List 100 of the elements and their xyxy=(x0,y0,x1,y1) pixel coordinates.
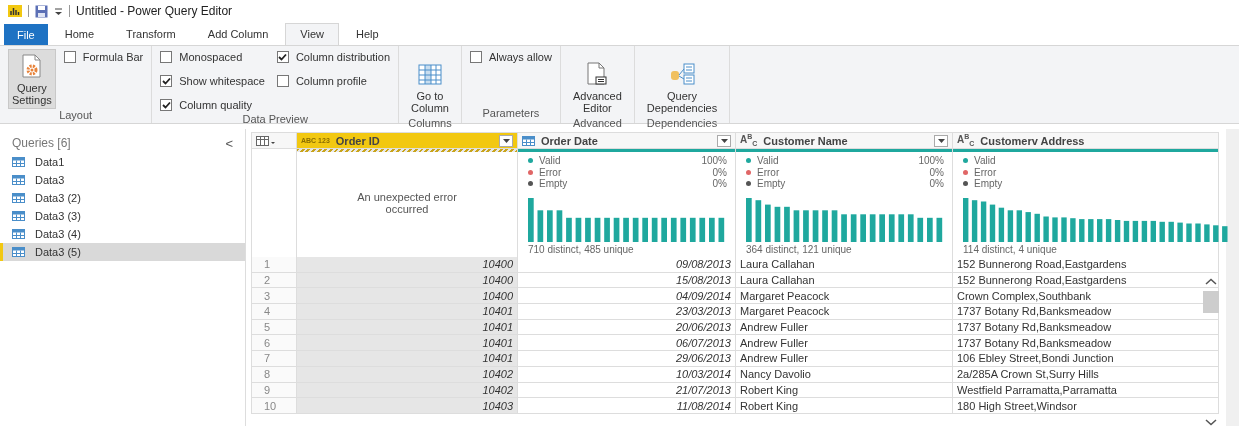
table-cell: 10400 xyxy=(297,257,518,273)
column-header[interactable]: A$^{B}$$_{C}$ Customerv Address xyxy=(953,132,1219,149)
checkbox-label: Column quality xyxy=(179,99,253,111)
table-icon xyxy=(417,62,443,86)
filter-button[interactable] xyxy=(934,134,948,147)
table-cell: Andrew Fuller xyxy=(736,335,953,352)
table-cell: Nancy Davolio xyxy=(736,366,953,383)
caret-icon xyxy=(720,138,728,143)
caret-icon xyxy=(937,138,945,143)
quality-label: Valid xyxy=(757,155,780,167)
checkbox-label: Formula Bar xyxy=(82,51,144,63)
ribbon-button[interactable]: Query Settings xyxy=(8,49,56,109)
table-cell: 152 Bunnerong Road,Eastgardens xyxy=(953,257,1219,273)
ribbon-button[interactable]: Go to Column xyxy=(407,57,453,117)
file-menu-tab[interactable]: File xyxy=(4,24,48,45)
checkbox-label: Column distribution xyxy=(295,51,391,63)
scrollbar-thumb[interactable] xyxy=(1203,291,1219,313)
checkbox[interactable] xyxy=(63,51,76,63)
ribbon-tab[interactable]: Add Column xyxy=(192,23,284,45)
checkbox-label: Always allow xyxy=(488,51,552,63)
ribbon-tab[interactable]: Help xyxy=(341,23,394,45)
ribbon-tab[interactable]: View xyxy=(285,23,339,45)
ribbon-tab[interactable]: Transform xyxy=(111,23,191,45)
row-number: 3 xyxy=(251,288,297,305)
calendar-icon[interactable] xyxy=(522,135,535,146)
ribbon-button[interactable]: Query Dependencies xyxy=(642,57,722,117)
table-cell: Margaret Peacock xyxy=(736,288,953,305)
queries-title: Queries [6] xyxy=(12,136,71,150)
table-cell: 23/03/2013 xyxy=(518,304,736,320)
ribbon-button[interactable]: Advanced Editor xyxy=(568,57,626,117)
table-cell: Margaret Peacock xyxy=(736,304,953,320)
table-cell: 21/07/2013 xyxy=(518,382,736,399)
table-cell: 10401 xyxy=(297,335,518,352)
table-cell: Andrew Fuller xyxy=(736,351,953,367)
quality-label: Error xyxy=(539,166,563,178)
filter-button[interactable] xyxy=(499,134,513,147)
quality-percent: 0% xyxy=(712,166,727,178)
document-icon xyxy=(584,62,610,86)
error-message: An unexpected error occurred xyxy=(356,191,458,215)
checkbox[interactable] xyxy=(160,99,173,111)
ribbon-group-label: Dependencies xyxy=(645,117,719,129)
checkbox[interactable] xyxy=(276,75,289,87)
row-number: 1 xyxy=(251,257,297,273)
table-cell: 04/09/2014 xyxy=(518,288,736,305)
table-icon xyxy=(12,193,25,203)
scroll-down-icon[interactable] xyxy=(1205,419,1217,426)
table-cell: 20/06/2013 xyxy=(518,319,736,336)
table-cell: 29/06/2013 xyxy=(518,351,736,367)
table-cell: Laura Callahan xyxy=(736,272,953,289)
ribbon-group-label: Layout xyxy=(58,109,94,121)
query-item[interactable]: Data1 xyxy=(0,153,245,171)
table-cell: 1737 Botany Rd,Banksmeadow xyxy=(953,335,1219,352)
query-item[interactable]: Data3 (4) xyxy=(0,225,245,243)
table-cell: 106 Ebley Street,Bondi Junction xyxy=(953,351,1219,367)
quality-percent: 0% xyxy=(712,178,727,190)
checkbox-label: Monospaced xyxy=(179,51,243,63)
table-menu-icon[interactable] xyxy=(256,135,276,146)
column-header[interactable]: A$^{B}$$_{C}$ Customer Name xyxy=(736,132,953,149)
checkbox[interactable] xyxy=(160,51,173,63)
checkbox[interactable] xyxy=(160,75,173,87)
table-cell: 06/07/2013 xyxy=(518,335,736,352)
checkbox[interactable] xyxy=(469,51,482,63)
collapse-button[interactable]: < xyxy=(225,135,233,151)
checkbox[interactable] xyxy=(276,51,289,63)
table-cell: 09/08/2013 xyxy=(518,257,736,273)
table-icon xyxy=(12,157,25,167)
caret-icon xyxy=(502,138,510,143)
row-number: 4 xyxy=(251,304,297,320)
filter-button[interactable] xyxy=(717,134,731,147)
distinct-count: 114 distinct, 4 unique xyxy=(963,244,1058,255)
save-icon[interactable] xyxy=(35,4,48,18)
table-cell: 10401 xyxy=(297,304,518,320)
table-cell: Robert King xyxy=(736,382,953,399)
row-number: 10 xyxy=(251,398,297,414)
ribbon-group-label: Advanced xyxy=(571,117,623,129)
scroll-up-icon[interactable] xyxy=(1205,278,1217,285)
table-cell: 15/08/2013 xyxy=(518,272,736,289)
ribbon-tab[interactable]: Home xyxy=(49,23,110,45)
quality-label: Error xyxy=(757,166,781,178)
database-tables-icon xyxy=(669,62,695,86)
table-icon xyxy=(12,211,25,221)
customize-toolbar-icon[interactable] xyxy=(54,6,63,16)
column-header[interactable]: Order Date xyxy=(518,132,736,149)
table-cell: 180 High Street,Windsor xyxy=(953,398,1219,414)
quality-percent: 100% xyxy=(918,155,944,167)
table-cell: Westfield Parramatta,Parramatta xyxy=(953,382,1219,399)
quality-label: Empty xyxy=(539,178,569,190)
quality-percent: 0% xyxy=(929,178,944,190)
table-cell: Andrew Fuller xyxy=(736,319,953,336)
query-item[interactable]: Data3 (5) xyxy=(0,243,245,261)
table-icon xyxy=(12,175,25,185)
quality-label: Empty xyxy=(757,178,787,190)
table-cell: 1737 Botany Rd,Banksmeadow xyxy=(953,319,1219,336)
query-item[interactable]: Data3 xyxy=(0,171,245,189)
query-item[interactable]: Data3 (2) xyxy=(0,189,245,207)
table-cell: 10403 xyxy=(297,398,518,414)
quality-label: Error xyxy=(974,166,998,178)
row-number: 6 xyxy=(251,335,297,352)
quality-label: Empty xyxy=(974,178,1004,190)
query-item[interactable]: Data3 (3) xyxy=(0,207,245,225)
